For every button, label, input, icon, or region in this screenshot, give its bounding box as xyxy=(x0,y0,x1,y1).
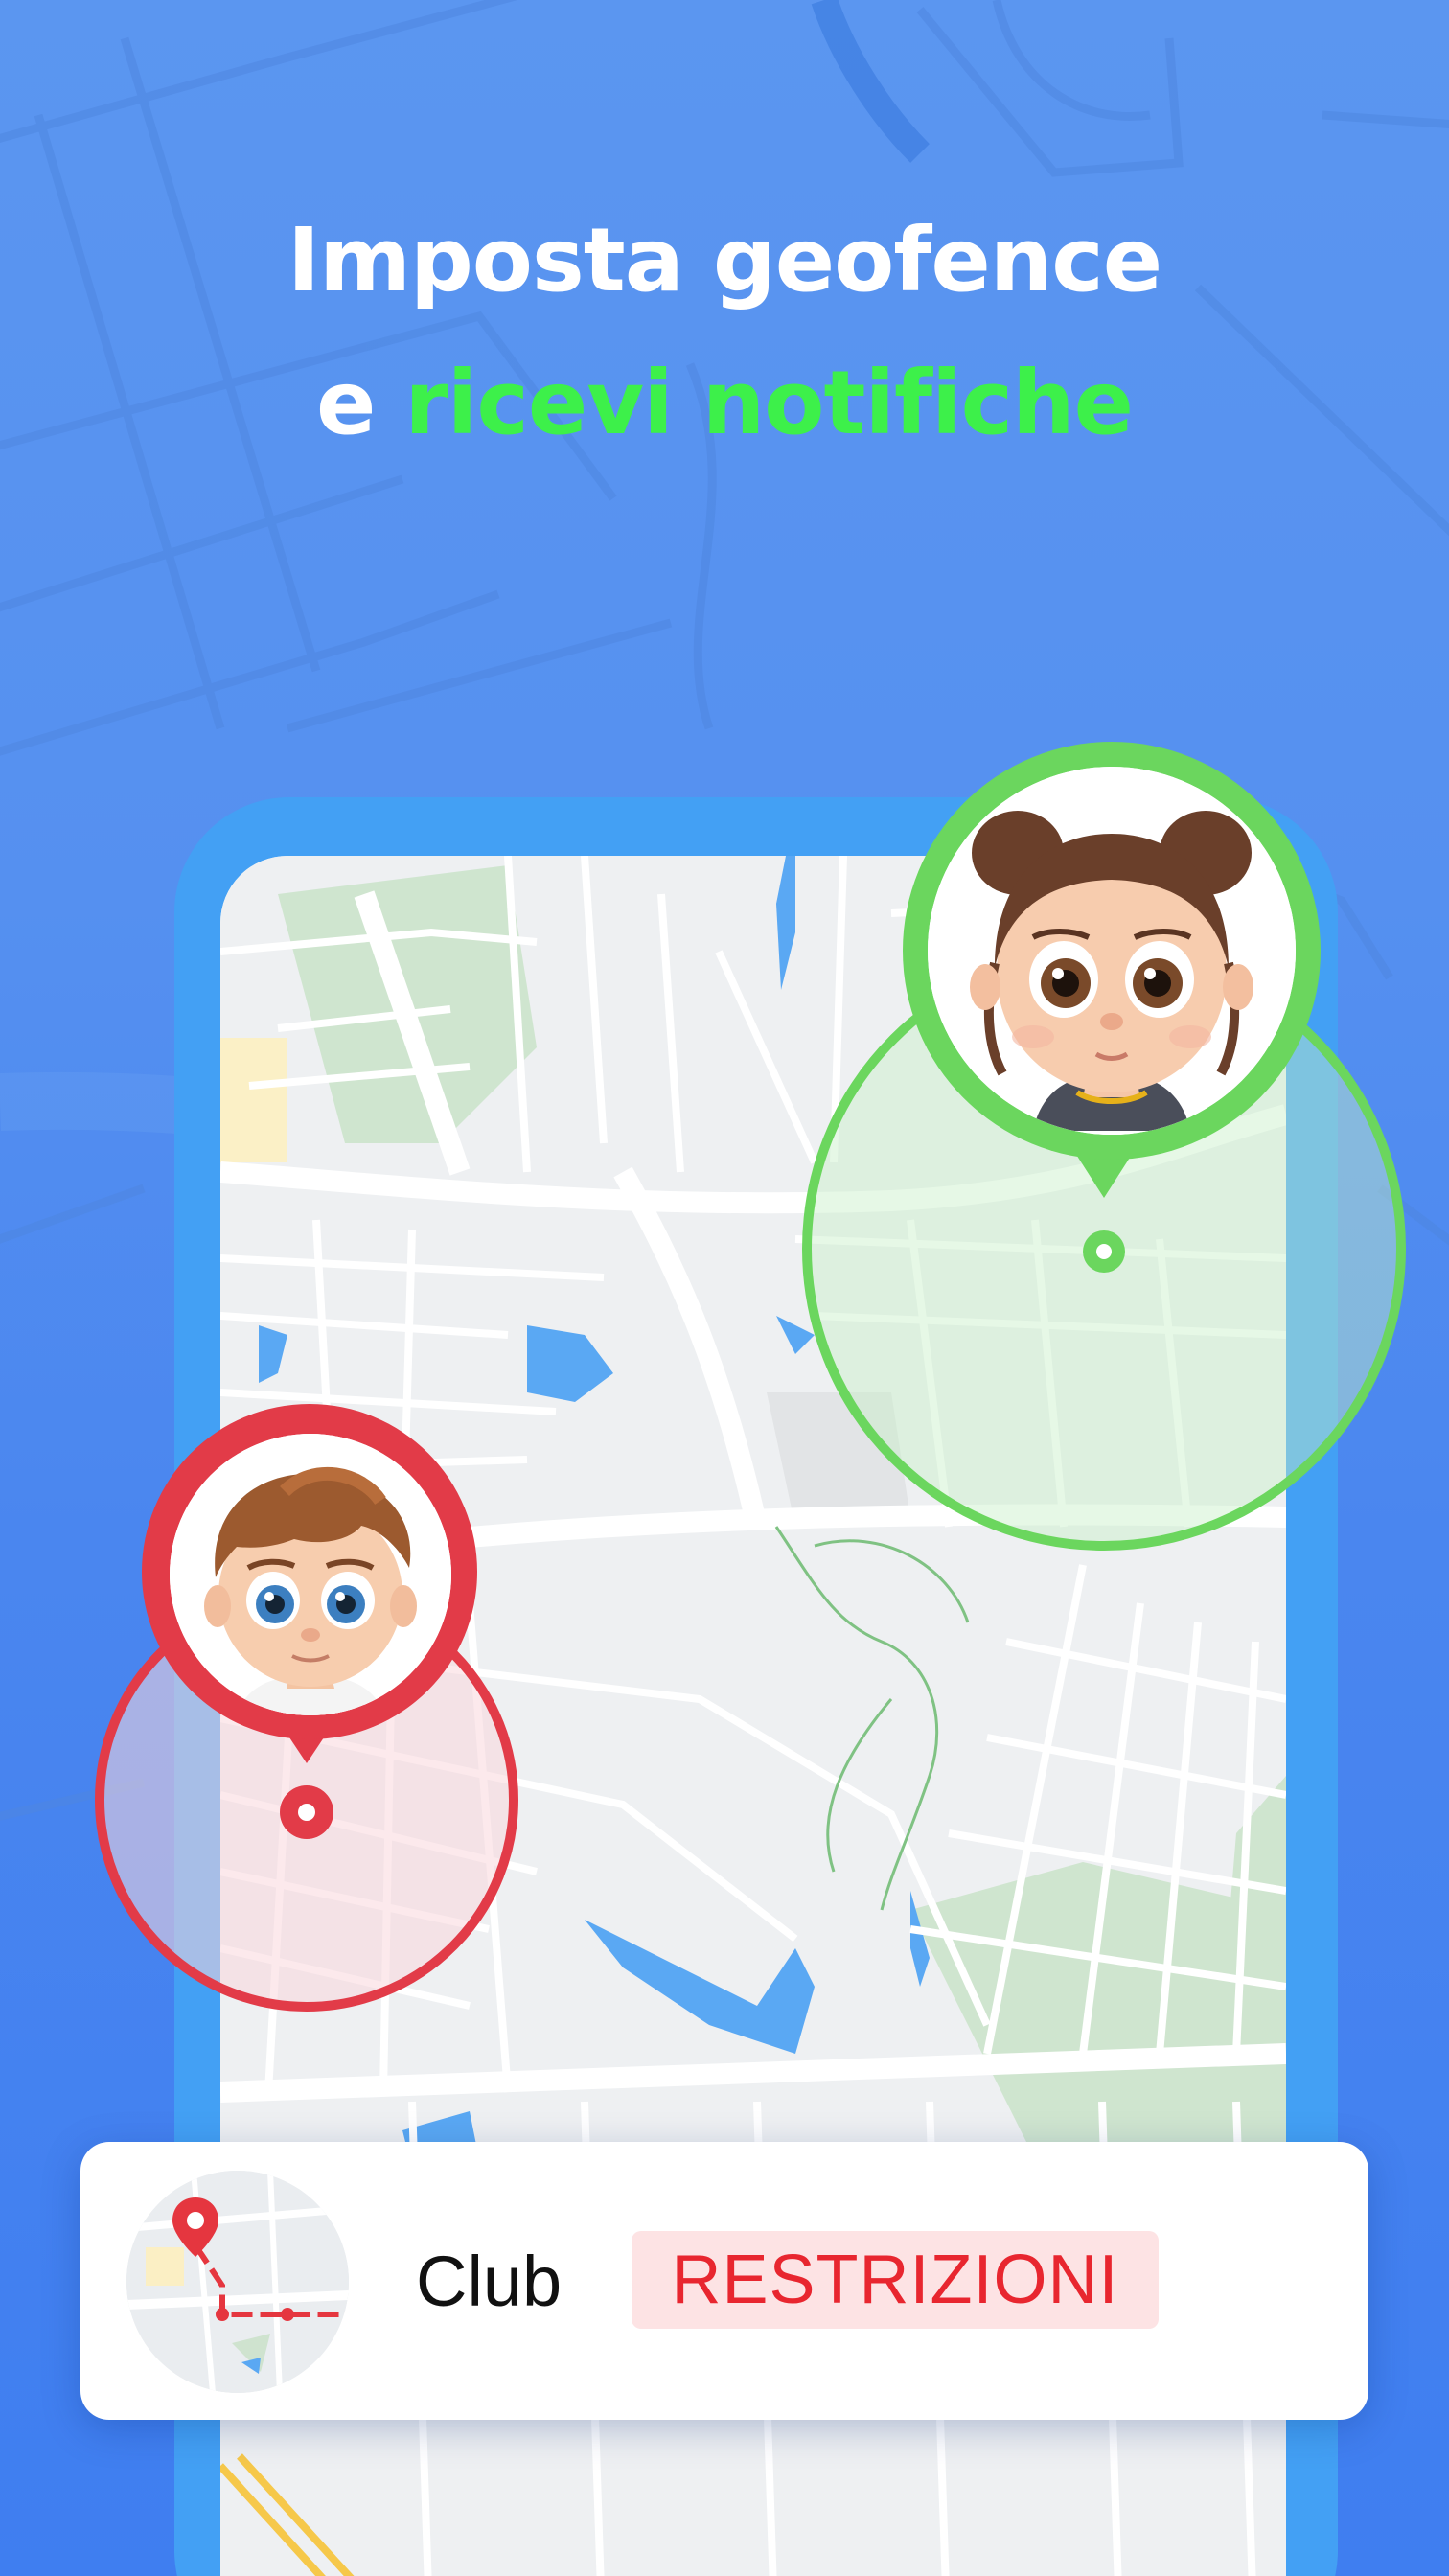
girl-avatar-icon[interactable] xyxy=(928,767,1296,1135)
route-map-icon xyxy=(126,2171,349,2393)
geofence-notification-card[interactable]: Club RESTRIZIONI xyxy=(80,2142,1368,2420)
app-store-screenshot: Imposta geofence e ricevi notifiche Club… xyxy=(0,0,1449,2576)
boy-avatar-icon[interactable] xyxy=(170,1434,451,1715)
place-name: Club xyxy=(416,2242,563,2321)
status-badge: RESTRIZIONI xyxy=(632,2231,1159,2329)
